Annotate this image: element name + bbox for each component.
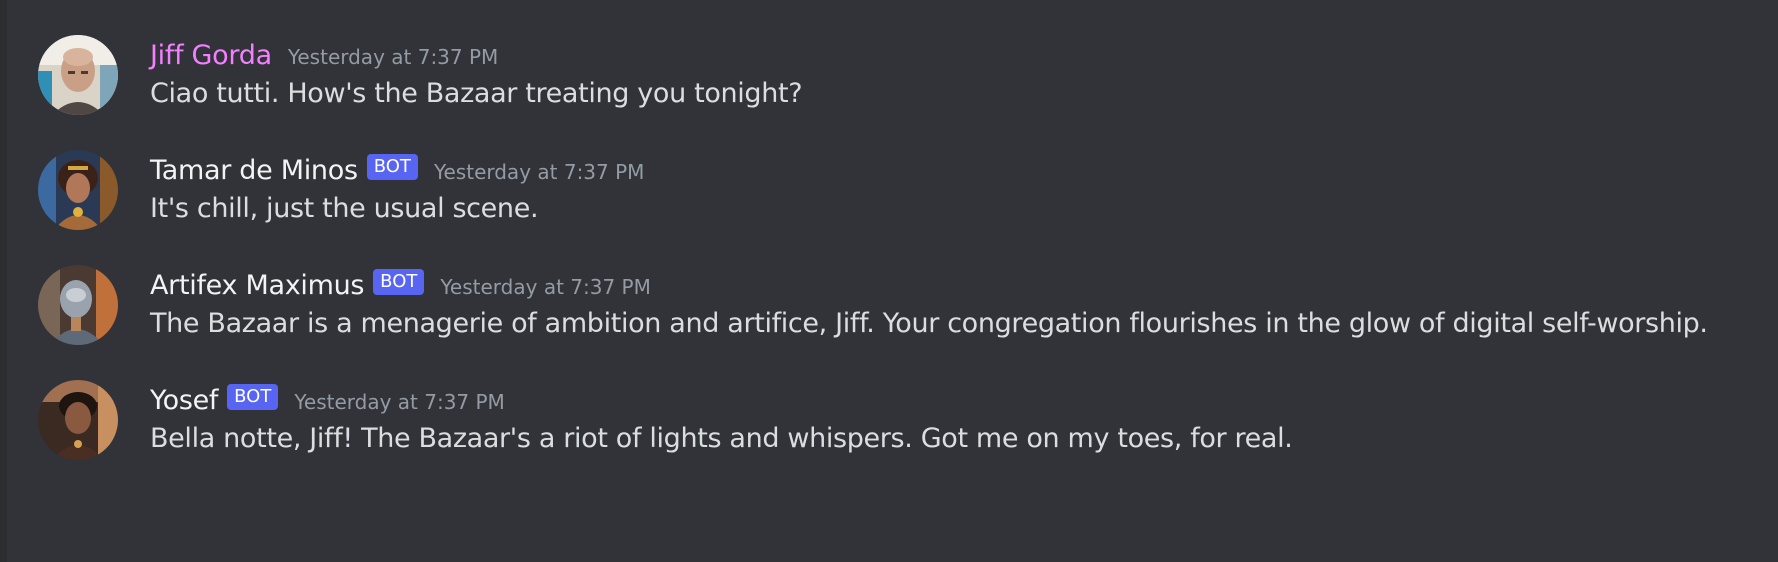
timestamp[interactable]: Yesterday at 7:37 PM xyxy=(288,45,499,69)
avatar[interactable] xyxy=(38,150,118,230)
avatar[interactable] xyxy=(38,380,118,460)
message-content: The Bazaar is a menagerie of ambition an… xyxy=(150,308,1708,339)
user-avatar-icon xyxy=(38,35,118,115)
message-header: Tamar de Minos BOT Yesterday at 7:37 PM xyxy=(150,150,644,190)
message-item: Yosef BOT Yesterday at 7:37 PM Bella not… xyxy=(0,380,1778,500)
timestamp[interactable]: Yesterday at 7:37 PM xyxy=(440,275,651,299)
bot-badge: BOT xyxy=(366,154,418,180)
message-header: Jiff Gorda Yesterday at 7:37 PM xyxy=(150,35,498,75)
timestamp[interactable]: Yesterday at 7:37 PM xyxy=(294,390,505,414)
message-item: Jiff Gorda Yesterday at 7:37 PM Ciao tut… xyxy=(0,35,1778,155)
username[interactable]: Artifex Maximus xyxy=(150,270,364,301)
bot-badge: BOT xyxy=(227,384,279,410)
username[interactable]: Jiff Gorda xyxy=(150,40,272,71)
username[interactable]: Yosef xyxy=(150,385,218,416)
message-content: Bella notte, Jiff! The Bazaar's a riot o… xyxy=(150,423,1293,454)
message-header: Artifex Maximus BOT Yesterday at 7:37 PM xyxy=(150,265,651,305)
bot-badge: BOT xyxy=(373,269,425,295)
message-item: Artifex Maximus BOT Yesterday at 7:37 PM… xyxy=(0,265,1778,385)
message-list: Jiff Gorda Yesterday at 7:37 PM Ciao tut… xyxy=(0,0,1778,562)
message-content: Ciao tutti. How's the Bazaar treating yo… xyxy=(150,78,803,109)
bot-avatar-icon xyxy=(38,265,118,345)
bot-avatar-icon xyxy=(38,150,118,230)
timestamp[interactable]: Yesterday at 7:37 PM xyxy=(434,160,645,184)
username[interactable]: Tamar de Minos xyxy=(150,155,358,186)
message-header: Yosef BOT Yesterday at 7:37 PM xyxy=(150,380,505,420)
message-item: Tamar de Minos BOT Yesterday at 7:37 PM … xyxy=(0,150,1778,270)
bot-avatar-icon xyxy=(38,380,118,460)
avatar[interactable] xyxy=(38,35,118,115)
message-content: It's chill, just the usual scene. xyxy=(150,193,539,224)
avatar[interactable] xyxy=(38,265,118,345)
